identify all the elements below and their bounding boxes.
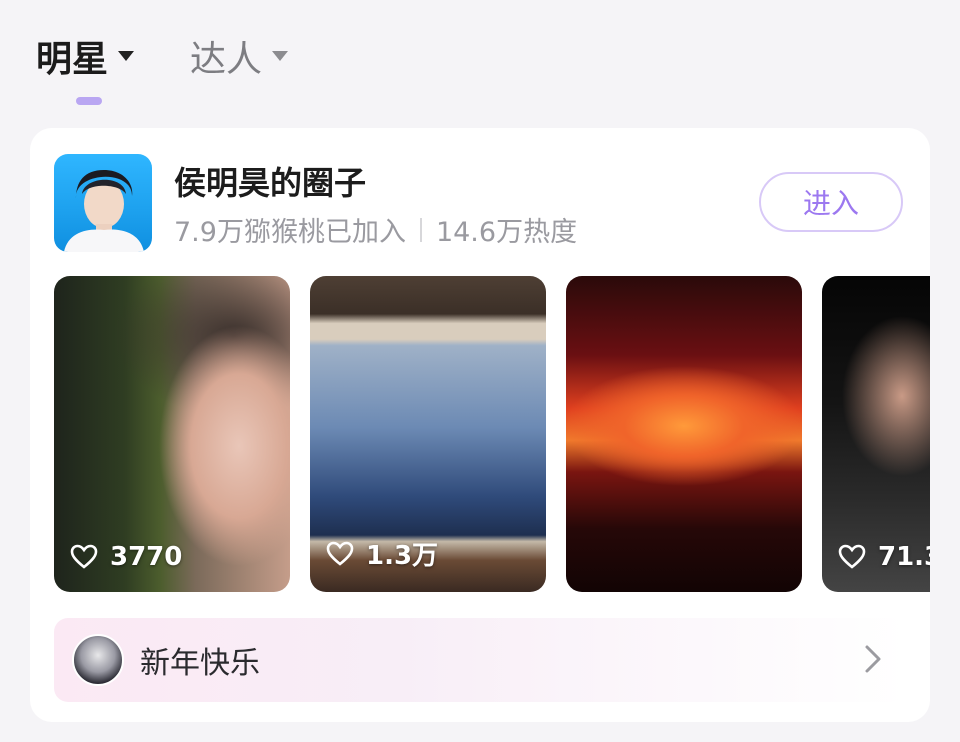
news-title: 新年快乐 bbox=[140, 646, 260, 681]
circle-stats: 7.9万猕猴桃已加入 14.6万热度 bbox=[174, 210, 577, 249]
tab-influencers[interactable]: 达人 bbox=[190, 30, 289, 82]
circle-card: 侯明昊的圈子 7.9万猕猴桃已加入 14.6万热度 进入 3770 1.3万 7… bbox=[30, 128, 930, 722]
stats-divider bbox=[419, 217, 422, 242]
circle-news-item[interactable]: 新年快乐 bbox=[54, 618, 906, 702]
like-count-text: 3770 bbox=[110, 542, 183, 572]
avatar bbox=[72, 634, 124, 686]
chevron-right-icon bbox=[865, 645, 881, 673]
tab-stars-label: 明星 bbox=[36, 39, 109, 80]
heat-count: 14.6万热度 bbox=[435, 217, 578, 248]
like-count-text: 71.3 bbox=[878, 542, 930, 572]
post-carousel[interactable]: 3770 1.3万 71.3 bbox=[54, 276, 930, 592]
join-circle-button[interactable]: 进入 bbox=[759, 172, 903, 232]
member-count: 7.9万猕猴桃已加入 bbox=[174, 217, 406, 248]
circle-name: 侯明昊的圈子 bbox=[174, 164, 367, 202]
post-card[interactable] bbox=[566, 276, 802, 592]
circle-avatar[interactable] bbox=[54, 154, 152, 252]
tab-stars[interactable]: 明星 bbox=[36, 30, 135, 82]
star-category-tabs: 明星 达人 bbox=[36, 30, 344, 82]
post-card[interactable]: 71.3 bbox=[822, 276, 930, 592]
caret-down-icon bbox=[272, 51, 289, 61]
heart-outline-icon bbox=[838, 544, 866, 569]
heart-outline-icon bbox=[326, 541, 354, 566]
person-portrait-icon bbox=[64, 170, 144, 252]
post-card[interactable]: 3770 bbox=[54, 276, 290, 592]
heart-outline-icon bbox=[70, 544, 98, 569]
post-card[interactable]: 1.3万 bbox=[310, 276, 546, 592]
like-count: 1.3万 bbox=[326, 535, 438, 572]
caret-down-icon bbox=[118, 51, 135, 61]
like-count: 3770 bbox=[70, 542, 182, 572]
like-count-text: 1.3万 bbox=[366, 541, 439, 571]
like-count: 71.3 bbox=[838, 542, 930, 572]
active-tab-indicator bbox=[76, 97, 102, 105]
tab-influencers-label: 达人 bbox=[190, 39, 263, 80]
